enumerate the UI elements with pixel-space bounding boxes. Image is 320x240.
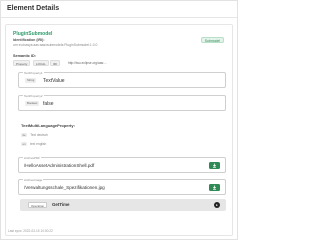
operation-row[interactable]: Operation GetTime ▸ (20, 199, 226, 211)
field-value[interactable]: false (43, 101, 54, 107)
lang-chip: de (21, 133, 28, 137)
text-property-2-field[interactable]: TextProperty2 Boolean false (18, 94, 226, 111)
type-chip: String (25, 78, 37, 83)
operation-name: GetTime (52, 202, 70, 207)
type-chip: Boolean (25, 101, 40, 106)
field-label: TextProperty2 (23, 94, 44, 98)
download-icon (212, 185, 217, 191)
play-icon[interactable]: ▸ (214, 202, 220, 208)
identification-value: urn:eu:basys:aas:aasxsubmodels:PluginSub… (13, 43, 98, 47)
field-label: TextProperty1 (23, 71, 44, 75)
last-sync-text: Last sync: 2022-03-15 10:00:22 (8, 229, 53, 233)
multilang-label: TextMultiLanguageProperty: (21, 123, 75, 128)
file-path: /Verwaltungsschale_Spezifikationen.jpg (24, 185, 105, 190)
panel-header: Element Details (1, 1, 237, 18)
multilang-text: Text deutsch (30, 133, 49, 137)
semantic-chip-iri: IRI (50, 60, 60, 66)
archive-pdf-field[interactable]: ArchivePDF /HelloAssetAdministrationShel… (18, 156, 226, 173)
semantic-chip-local: LOCAL (33, 60, 49, 66)
submodel-card: PluginSubmodel Identification (IRI): urn… (5, 24, 233, 236)
archive-image-field[interactable]: ArchiveImage /Verwaltungsschale_Spezifik… (18, 178, 226, 195)
page-title: Element Details (7, 5, 60, 12)
multilang-row-en: en text english (21, 142, 46, 146)
submodel-title[interactable]: PluginSubmodel (13, 31, 52, 37)
download-image-button[interactable] (209, 184, 220, 191)
download-icon (212, 163, 217, 169)
text-property-1-field[interactable]: TextProperty1 String TextValue (18, 71, 226, 88)
operation-chip: Operation (28, 202, 48, 208)
submodel-badge: Submodel (200, 37, 224, 43)
semantic-chip-type: Property (13, 60, 31, 66)
lang-chip: en (21, 142, 28, 146)
multilang-row-de: de Text deutsch (21, 133, 48, 137)
multilang-text: text english (30, 142, 47, 146)
element-details-panel: Element Details PluginSubmodel Identific… (0, 0, 238, 240)
field-value[interactable]: TextValue (43, 78, 65, 84)
field-label: ArchiveImage (23, 178, 44, 182)
file-path: /HelloAssetAdministrationShell.pdf (24, 163, 95, 168)
download-pdf-button[interactable] (209, 162, 220, 169)
semantic-id-label: Semantic ID: (13, 54, 36, 58)
semantic-id-value: http://iwu.eclipse.org/aas:... (68, 61, 107, 65)
identification-label: Identification (IRI): (13, 38, 45, 42)
field-label: ArchivePDF (23, 156, 42, 160)
